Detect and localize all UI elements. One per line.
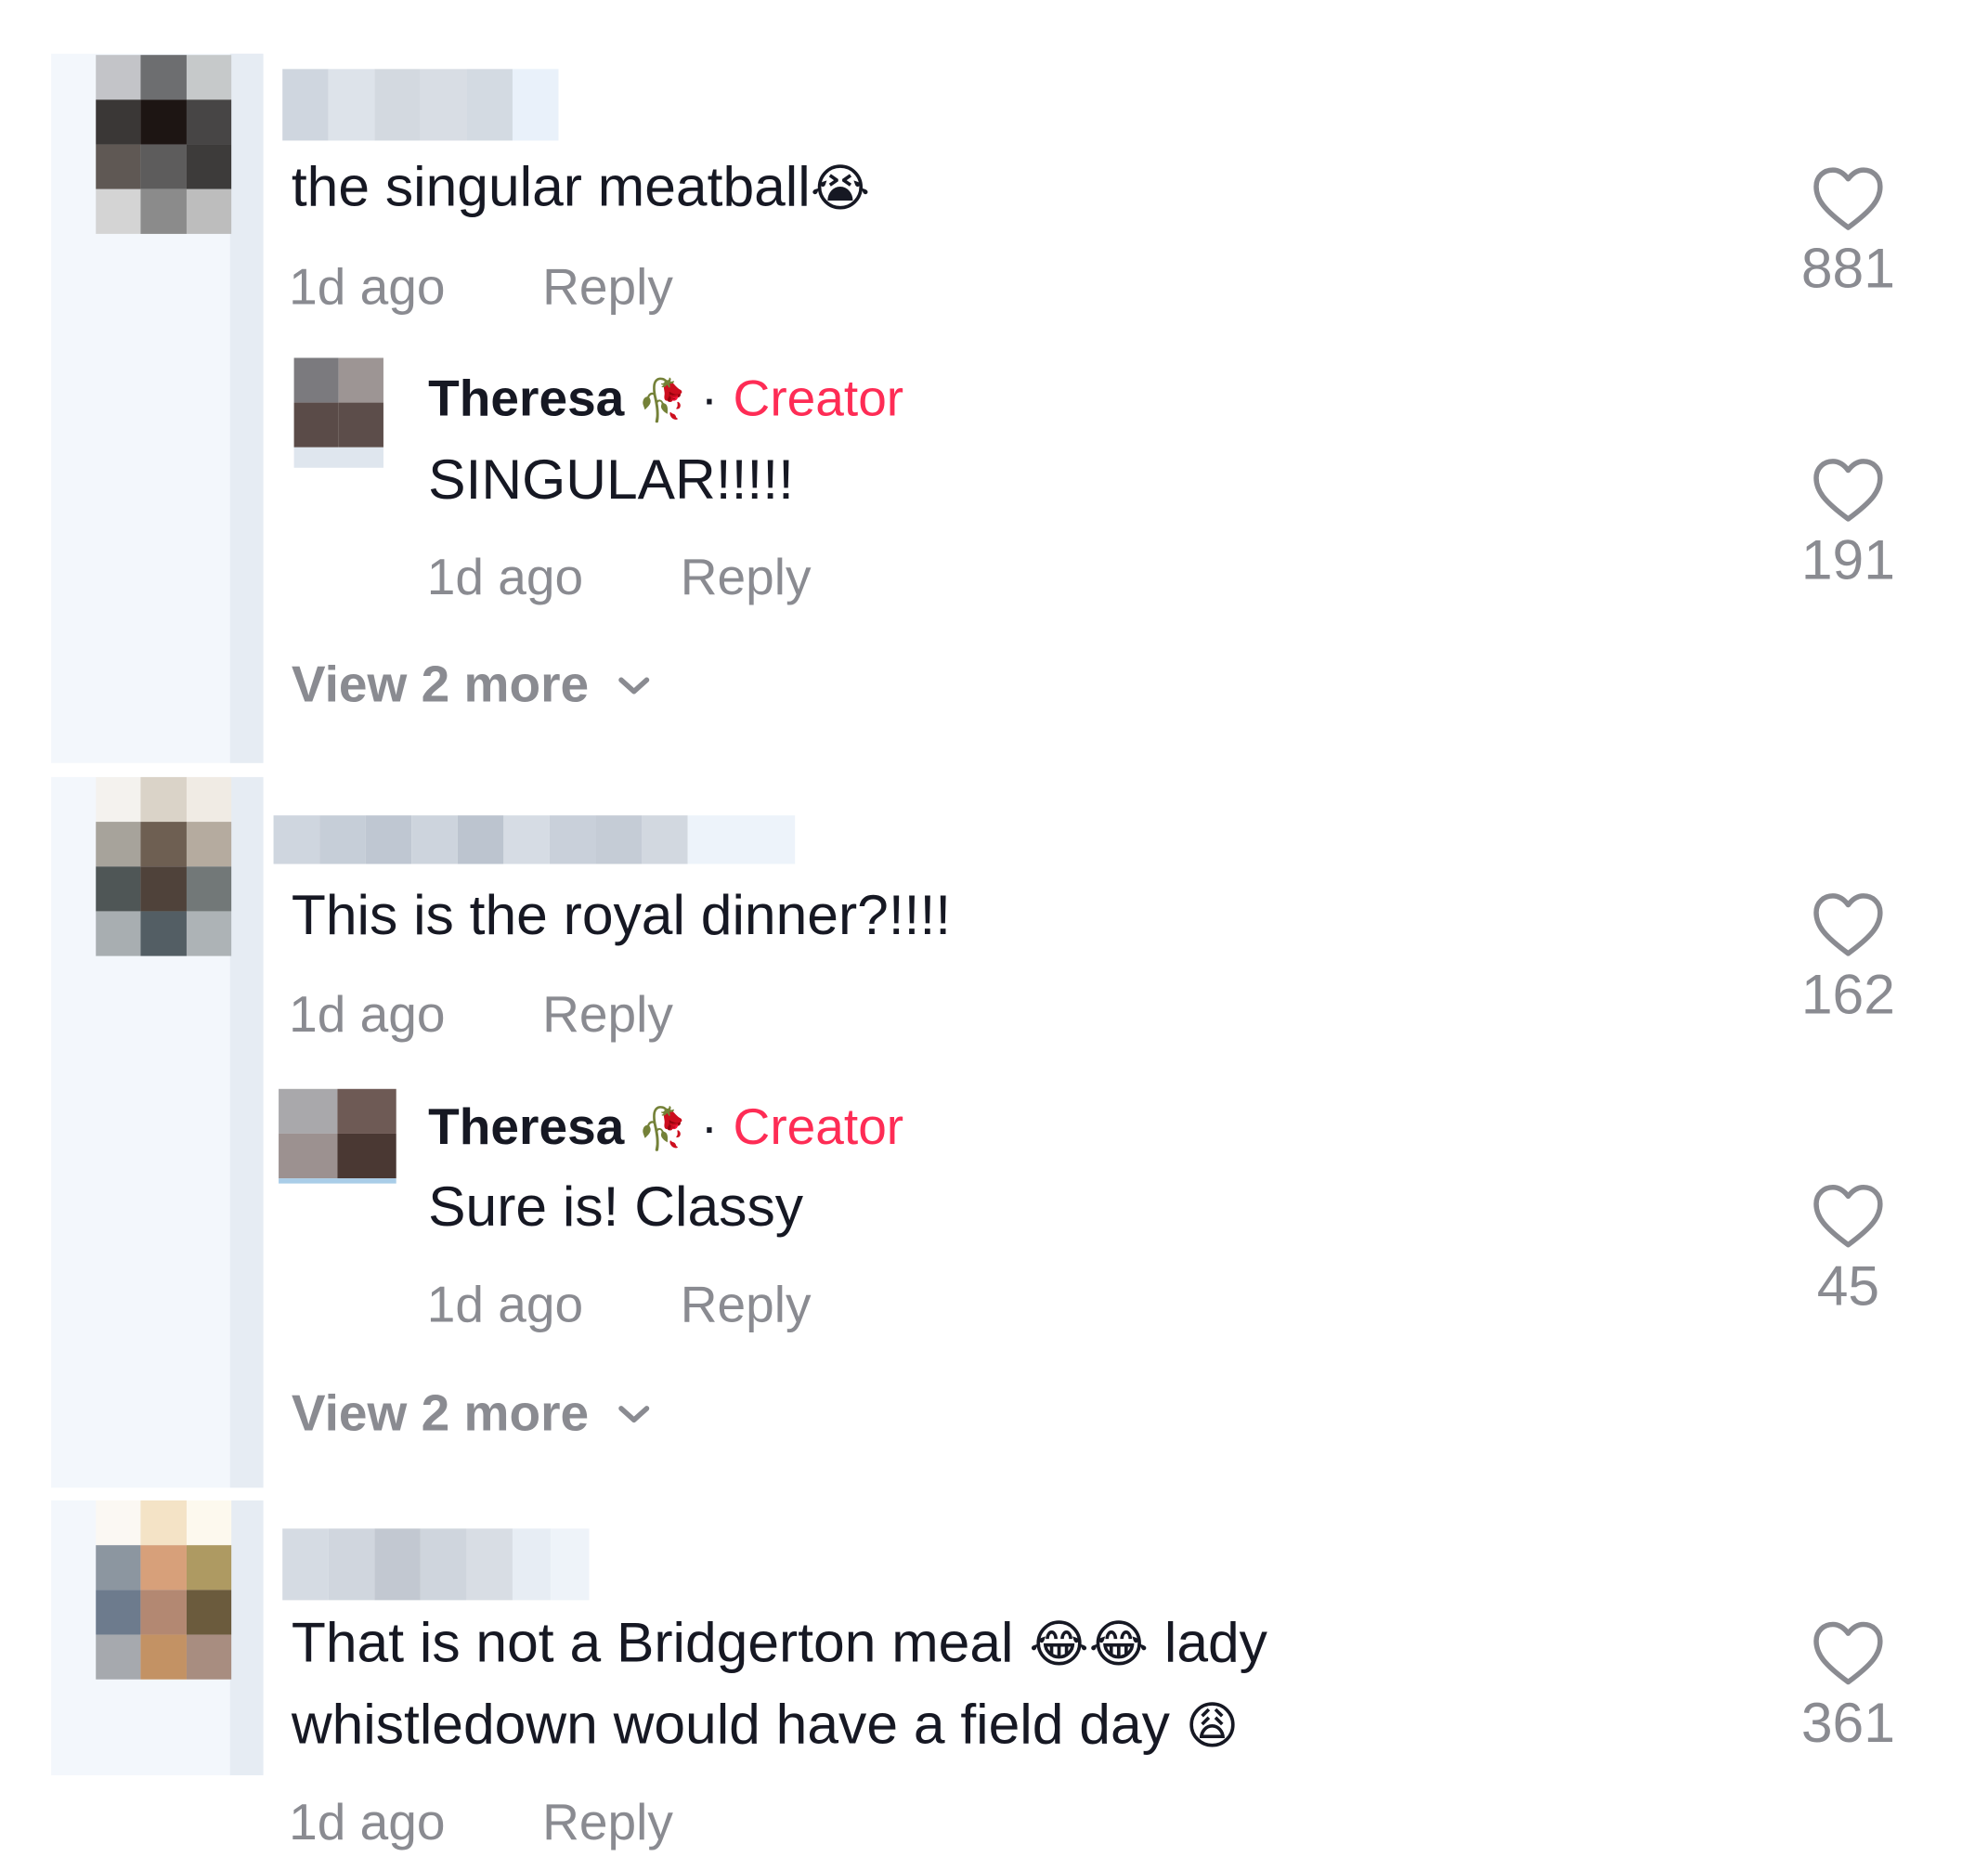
reply-meta: 1d ago Reply [427, 1277, 812, 1334]
chevron-down-icon [617, 1405, 649, 1422]
reply-author-line: Theresa 🥀 · Creator [428, 370, 903, 428]
heart-icon [1813, 1621, 1883, 1685]
creator-avatar[interactable] [293, 357, 383, 448]
comment-time: 1d ago [289, 259, 446, 316]
creator-avatar[interactable] [279, 1088, 396, 1179]
username-blurred[interactable] [282, 1528, 590, 1601]
creator-badge: Creator [733, 370, 904, 427]
reply-button[interactable]: Reply [542, 1795, 673, 1851]
reply-button[interactable]: Reply [542, 259, 673, 316]
avatar[interactable] [96, 776, 232, 956]
reply-author-name[interactable]: Theresa [428, 1099, 624, 1157]
username-blurred[interactable] [273, 815, 796, 864]
view-more-replies[interactable]: View 2 more [292, 1385, 650, 1443]
chevron-down-icon [617, 676, 649, 694]
comment-text: That is not a Bridgerton meal 😂😂 lady [291, 1611, 1267, 1675]
like-count: 881 [1800, 238, 1895, 301]
separator-dot: · [700, 370, 719, 427]
reply-time: 1d ago [426, 549, 584, 606]
wilted-rose-emoji: 🥀 [637, 375, 688, 424]
like-button[interactable]: 881 [1772, 166, 1925, 302]
tears-of-joy-emoji: 😂😂 [1029, 1615, 1150, 1675]
reply-button[interactable]: Reply [542, 987, 673, 1044]
like-button[interactable]: 45 [1772, 1184, 1925, 1319]
like-count: 162 [1800, 963, 1895, 1027]
view-more-replies[interactable]: View 2 more [292, 657, 650, 715]
comment-meta: 1d ago Reply [289, 259, 673, 317]
separator-dot: · [700, 1098, 719, 1156]
creator-badge: Creator [733, 1098, 904, 1156]
like-count: 45 [1816, 1254, 1880, 1318]
reply-button[interactable]: Reply [681, 550, 812, 606]
like-button[interactable]: 361 [1772, 1620, 1925, 1756]
reply-author-line: Theresa 🥀 · Creator [428, 1099, 903, 1157]
like-button[interactable]: 162 [1772, 892, 1925, 1028]
crying-face-emoji: 😭 [810, 160, 871, 219]
reply-time: 1d ago [426, 1277, 584, 1333]
like-count: 191 [1800, 528, 1895, 592]
reply-text: SINGULAR!!!!! [428, 448, 794, 512]
comment-meta: 1d ago Reply [289, 987, 673, 1045]
avatar-edge [293, 447, 383, 468]
like-count: 361 [1800, 1692, 1895, 1755]
comments-panel: the singular meatball😭 1d ago Reply 881 T… [0, 0, 1987, 1857]
heart-icon [1813, 459, 1883, 522]
wilted-rose-emoji: 🥀 [637, 1103, 688, 1152]
reply-text: Sure is! Classy [428, 1175, 804, 1239]
reply-meta: 1d ago Reply [427, 550, 812, 607]
comment-meta: 1d ago Reply [289, 1795, 673, 1852]
comment-text: the singular meatball😭 [291, 155, 871, 219]
avatar-edge [279, 1178, 396, 1184]
comment-time: 1d ago [289, 1794, 446, 1851]
weary-face-emoji: 😩 [1185, 1696, 1240, 1757]
comment-text: This is the royal dinner?!!!! [291, 884, 952, 947]
comment-time: 1d ago [289, 986, 446, 1044]
heart-icon [1813, 1185, 1883, 1248]
heart-icon [1813, 893, 1883, 956]
username-blurred[interactable] [282, 69, 559, 141]
like-button[interactable]: 191 [1772, 458, 1925, 593]
reply-button[interactable]: Reply [681, 1277, 812, 1333]
comment-text-line2: whistledown would have a field day 😩 [291, 1693, 1240, 1757]
avatar[interactable] [96, 1500, 232, 1680]
heart-icon [1813, 167, 1883, 230]
reply-author-name[interactable]: Theresa [428, 370, 624, 428]
avatar[interactable] [96, 55, 232, 234]
